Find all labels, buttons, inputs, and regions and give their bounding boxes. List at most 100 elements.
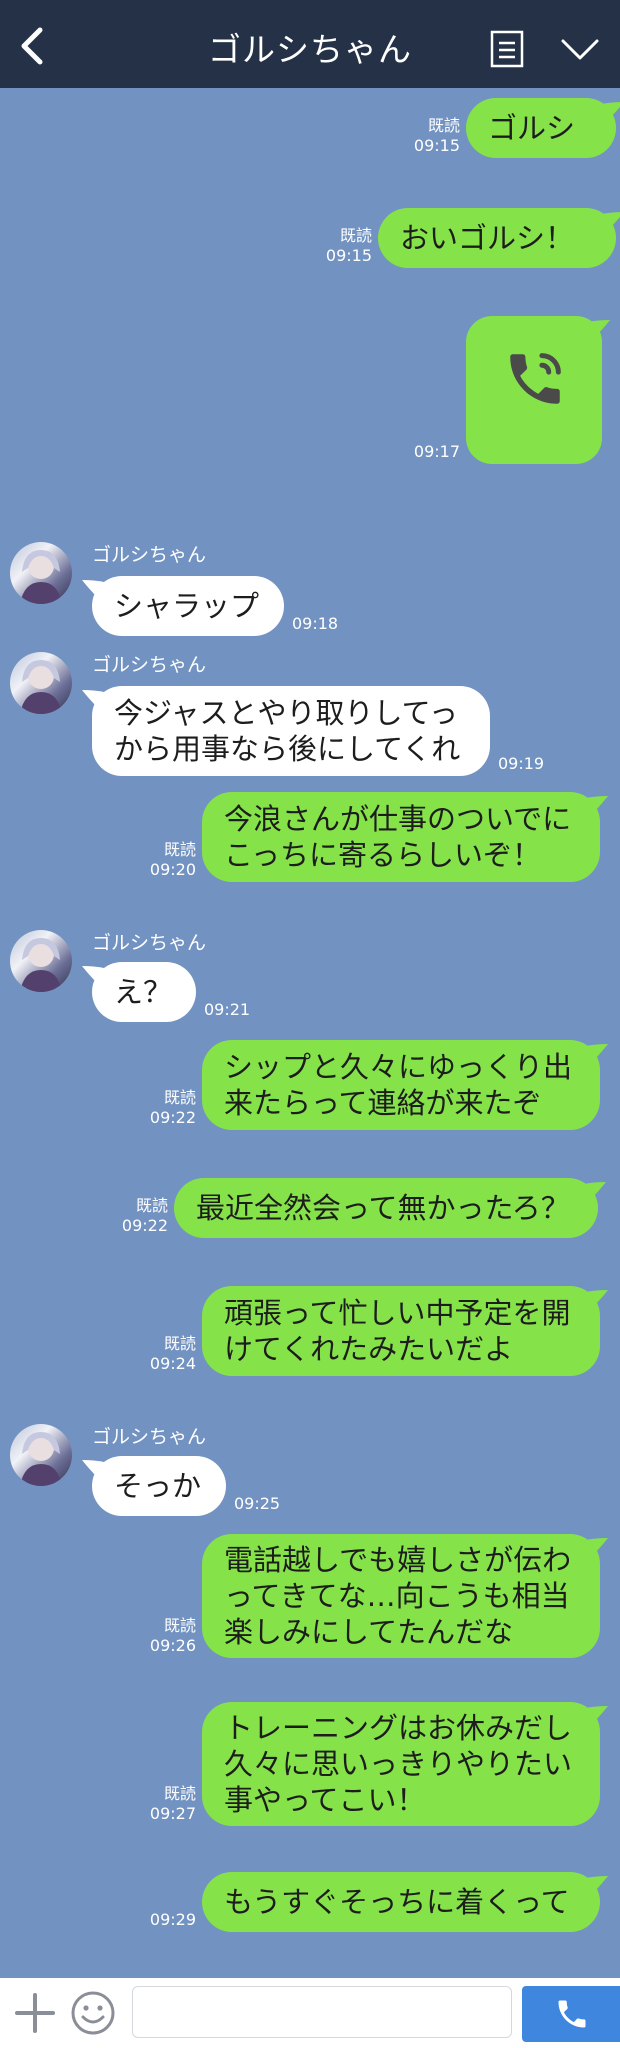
- message-meta: 既読 09:22: [150, 1088, 196, 1128]
- message-text-line: ってきてな…向こうも相当: [224, 1579, 570, 1613]
- message-time: 09:19: [498, 754, 545, 773]
- bubble-tail: [82, 690, 104, 708]
- message-bubble[interactable]: 今ジャスとやり取りしてっ から用事なら後にしてくれ: [92, 686, 490, 776]
- message-time: 09:15: [413, 136, 460, 155]
- read-receipt: 既読: [135, 1196, 168, 1215]
- bubble-tail: [586, 1706, 608, 1724]
- avatar[interactable]: [10, 930, 72, 992]
- bubble-tail: [586, 1290, 608, 1308]
- bubble-tail: [586, 1538, 608, 1556]
- bubble-tail: [602, 212, 620, 230]
- bubble-tail: [82, 580, 104, 598]
- avatar[interactable]: [10, 542, 72, 604]
- message-text-line: もうすぐそっちに着くって: [224, 1885, 570, 1919]
- message-bubble[interactable]: ゴルシ: [466, 98, 616, 158]
- message-text-line: 楽しみにしてたんだな: [224, 1615, 514, 1649]
- phone-icon: [510, 353, 561, 404]
- avatar[interactable]: [10, 652, 72, 714]
- bubble-tail: [588, 320, 610, 338]
- message-text-line: え？: [114, 975, 173, 1009]
- message-bubble[interactable]: シップと久々にゆっくり出 来たらって連絡が来たぞ: [202, 1040, 600, 1130]
- message-text-line: 事やってこい！: [224, 1783, 426, 1817]
- message-meta: 既読 09:27: [150, 1784, 196, 1824]
- chat-title: ゴルシちゃん: [208, 30, 412, 69]
- message-bubble[interactable]: シャラップ: [92, 576, 284, 636]
- message-meta: 09:21: [204, 1000, 250, 1020]
- message-text-line: トレーニングはお休みだし: [224, 1711, 573, 1745]
- message-bubble[interactable]: 今浪さんが仕事のついでに こっちに寄るらしいぞ！: [202, 792, 600, 882]
- message-text-line: 久々に思いっきりやりたい: [224, 1747, 573, 1781]
- message-time: 09:21: [204, 1000, 251, 1019]
- call-button[interactable]: [522, 1986, 620, 2042]
- message-time: 09:22: [121, 1216, 168, 1235]
- message-meta: 既読 09:15: [326, 226, 372, 266]
- read-receipt: 既読: [163, 1334, 196, 1353]
- message-text-line: こっちに寄るらしいぞ！: [224, 838, 541, 872]
- message-text-line: そっか: [114, 1469, 202, 1503]
- message-bubble[interactable]: おいゴルシ！: [378, 208, 616, 268]
- message-text-line: 今浪さんが仕事のついでに: [224, 802, 572, 836]
- message-time: 09:20: [149, 860, 196, 879]
- emoji-icon[interactable]: [70, 1990, 116, 2036]
- message-meta: 09:25: [234, 1494, 280, 1514]
- message-meta: 09:18: [292, 614, 338, 634]
- message-time: 09:24: [149, 1354, 196, 1373]
- message-meta: 既読 09:22: [122, 1196, 168, 1236]
- message-time: 09:26: [149, 1636, 196, 1655]
- message-bubble[interactable]: 頑張って忙しい中予定を開 けてくれたみたいだよ: [202, 1286, 600, 1376]
- message-bubble[interactable]: そっか: [92, 1456, 226, 1516]
- message-bubble[interactable]: もうすぐそっちに着くって: [202, 1872, 600, 1932]
- sender-name: ゴルシちゃん: [92, 654, 207, 676]
- message-text-line: おいゴルシ！: [400, 221, 575, 255]
- message-bubble[interactable]: 電話越しでも嬉しさが伝わ ってきてな…向こうも相当 楽しみにしてたんだな: [202, 1534, 600, 1658]
- message-time: 09:15: [325, 246, 372, 265]
- bubble-tail: [586, 796, 608, 814]
- bubble-tail: [82, 1460, 104, 1478]
- read-receipt: 既読: [339, 226, 372, 245]
- message-time: 09:22: [149, 1108, 196, 1127]
- message-text-line: シャラップ: [114, 589, 260, 623]
- avatar[interactable]: [10, 1424, 72, 1486]
- message-meta: 既読 09:24: [150, 1334, 196, 1374]
- message-text-line: 頑張って忙しい中予定を開: [224, 1296, 571, 1330]
- menu-icon[interactable]: [490, 30, 524, 68]
- message-input[interactable]: [132, 1986, 512, 2038]
- message-bubble[interactable]: 最近全然会って無かったろ？: [174, 1178, 598, 1238]
- message-time: 09:25: [234, 1494, 281, 1513]
- message-text-line: 今ジャスとやり取りしてっ: [114, 696, 458, 730]
- read-receipt: 既読: [163, 1784, 196, 1803]
- sender-name: ゴルシちゃん: [92, 544, 207, 566]
- sender-name: ゴルシちゃん: [92, 1426, 207, 1448]
- bubble-tail: [586, 1044, 608, 1062]
- phone-icon: [558, 2000, 586, 2028]
- sender-name: ゴルシちゃん: [92, 932, 207, 954]
- message-text-line: シップと久々にゆっくり出: [224, 1050, 573, 1084]
- message-text-line: から用事なら後にしてくれ: [114, 732, 461, 766]
- message-text-line: 電話越しでも嬉しさが伝わ: [224, 1543, 572, 1577]
- chevron-down-icon[interactable]: [560, 38, 600, 62]
- read-receipt: 既読: [163, 840, 196, 859]
- message-text-line: けてくれたみたいだよ: [224, 1332, 514, 1366]
- message-meta: 既読 09:26: [150, 1616, 196, 1656]
- message-bubble[interactable]: トレーニングはお休みだし 久々に思いっきりやりたい 事やってこい！: [202, 1702, 600, 1826]
- plus-icon[interactable]: [14, 1992, 56, 2034]
- message-time: 09:17: [413, 442, 460, 461]
- message-text-line: 最近全然会って無かったろ？: [196, 1191, 570, 1225]
- message-bubble[interactable]: え？: [92, 962, 196, 1022]
- message-bubble[interactable]: [466, 316, 602, 464]
- message-time: 09:27: [149, 1804, 196, 1823]
- bubble-tail: [584, 1182, 606, 1200]
- bubble-tail: [602, 102, 620, 120]
- read-receipt: 既読: [163, 1616, 196, 1635]
- message-time: 09:29: [149, 1910, 196, 1929]
- message-text-line: ゴルシ: [488, 111, 576, 145]
- message-time: 09:18: [292, 614, 339, 633]
- message-meta: 既読 09:15: [414, 116, 460, 156]
- message-meta: 09:17: [414, 442, 460, 462]
- message-meta: 09:29: [150, 1910, 196, 1930]
- read-receipt: 既読: [427, 116, 460, 135]
- message-meta: 既読 09:20: [150, 840, 196, 880]
- message-input-bar: [0, 1978, 620, 2048]
- bubble-tail: [586, 1876, 608, 1894]
- read-receipt: 既読: [163, 1088, 196, 1107]
